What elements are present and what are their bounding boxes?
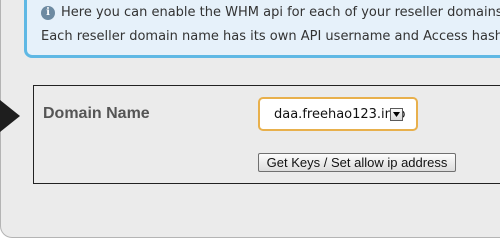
dropdown-arrow-icon[interactable] <box>390 108 403 121</box>
expand-arrow-icon[interactable] <box>0 100 20 132</box>
info-text-line1: Here you can enable the WHM api for each… <box>61 5 500 20</box>
info-text-line2: Each reseller domain name has its own AP… <box>41 29 500 44</box>
domain-form: Domain Name daa.freehao123.info Get Keys… <box>33 85 500 184</box>
domain-name-label: Domain Name <box>43 105 150 122</box>
domain-select-value: daa.freehao123.info <box>274 107 406 122</box>
info-message-box: i Here you can enable the WHM api for ea… <box>24 0 500 58</box>
domain-select[interactable]: daa.freehao123.info <box>258 97 418 131</box>
info-icon: i <box>41 6 55 20</box>
get-keys-button[interactable]: Get Keys / Set allow ip address <box>258 153 456 172</box>
page: i Here you can enable the WHM api for ea… <box>0 0 500 240</box>
